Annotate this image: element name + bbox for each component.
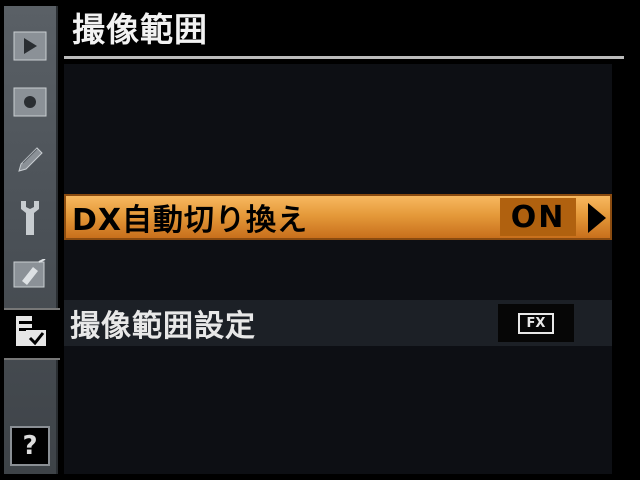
menu-row-value: ON [500,198,576,236]
retouch-icon [13,258,47,293]
wrench-icon [15,199,45,241]
menu-row-value-box: FX [498,304,574,342]
camera-icon [13,87,47,121]
playback-icon [13,31,47,65]
menu-row-label: 撮像範囲設定 [70,309,256,344]
sidebar-item-my-menu[interactable] [4,308,60,360]
sidebar-item-playback[interactable] [6,22,54,74]
menu-row-image-area-setting[interactable]: 撮像範囲設定 FX [64,300,612,346]
menu-sidebar: ? [4,6,60,474]
sidebar-item-setup[interactable] [6,194,54,246]
sidebar-item-retouch[interactable] [6,250,54,302]
title-divider [64,56,624,59]
page-title: 撮像範囲 [72,10,208,49]
fx-badge: FX [517,312,555,334]
help-icon: ? [22,431,38,461]
camera-menu-screen: ? 撮像範囲 DX自動切り換え ON 撮像範囲設定 FX [0,0,640,480]
my-menu-icon [12,312,52,356]
sidebar-item-shooting[interactable] [6,78,54,130]
menu-row-dx-auto-crop[interactable]: DX自動切り換え ON [64,194,612,240]
arrow-right-icon [588,203,606,233]
menu-row-label: DX自動切り換え [72,203,309,238]
help-button[interactable]: ? [10,426,50,466]
pencil-icon [13,143,47,181]
menu-panel [64,64,612,474]
sidebar-item-custom-settings[interactable] [6,136,54,188]
